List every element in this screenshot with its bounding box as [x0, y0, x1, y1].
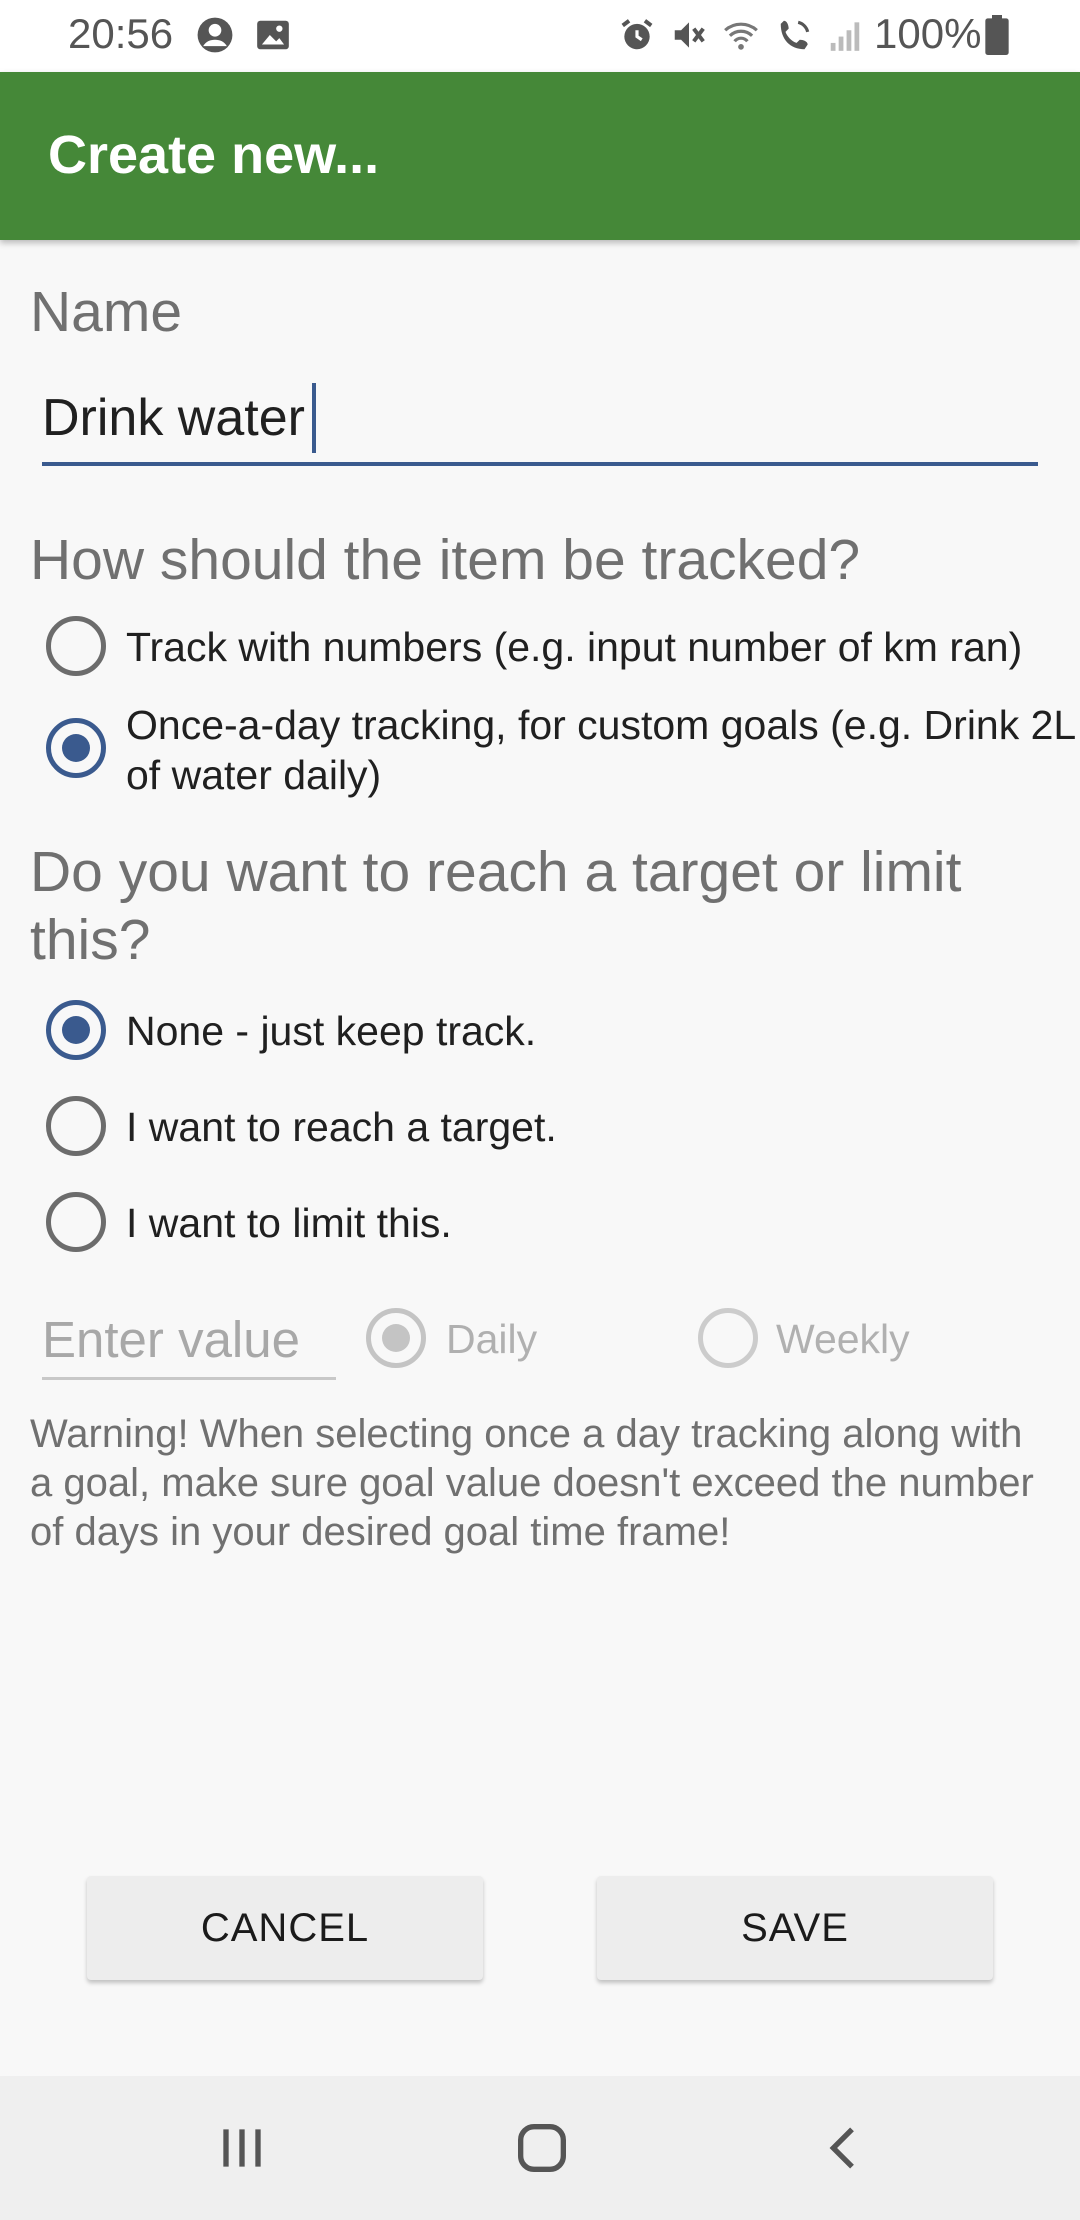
radio-limit[interactable]: I want to limit this. — [46, 1192, 1046, 1256]
radio-none[interactable]: None - just keep track. — [46, 1000, 1046, 1064]
warning-text: Warning! When selecting once a day track… — [30, 1412, 1034, 1554]
image-icon — [257, 20, 289, 50]
navigation-bar — [0, 2076, 1080, 2220]
radio-button[interactable] — [46, 1096, 106, 1156]
radio-label: Weekly — [776, 1316, 910, 1362]
signal-icon — [830, 22, 860, 51]
radio-weekly[interactable]: Weekly — [698, 1308, 958, 1372]
radio-button[interactable] — [46, 718, 106, 778]
mute-icon — [674, 22, 705, 48]
radio-button[interactable] — [698, 1308, 758, 1368]
page-title: Create new... — [48, 125, 380, 185]
cancel-button[interactable]: CANCEL — [87, 1876, 483, 1980]
radio-daily[interactable]: Daily — [366, 1308, 596, 1372]
account-circle-icon — [197, 17, 233, 53]
radio-button[interactable] — [46, 616, 106, 676]
radio-label: I want to reach a target. — [126, 1104, 557, 1150]
wifi-icon — [724, 22, 758, 50]
wifi-calling-icon — [780, 20, 810, 50]
value-field[interactable]: Enter value — [42, 1300, 336, 1380]
battery-icon — [985, 15, 1009, 55]
save-button[interactable]: SAVE — [597, 1876, 993, 1980]
radio-label: I want to limit this. — [126, 1200, 452, 1246]
radio-label: Track with numbers (e.g. input number of… — [126, 624, 1023, 670]
name-field-value: Drink water — [42, 389, 305, 447]
radio-label: None - just keep track. — [126, 1008, 537, 1054]
radio-button[interactable] — [366, 1308, 426, 1368]
radio-track-numbers[interactable]: Track with numbers (e.g. input number of… — [46, 614, 1046, 684]
status-time: 20:56 — [68, 10, 174, 57]
home-icon[interactable] — [510, 2116, 574, 2180]
back-icon[interactable] — [812, 2116, 876, 2180]
recent-apps-icon[interactable] — [210, 2116, 274, 2180]
status-bar: 20:56 100% — [0, 0, 1080, 72]
radio-reach-target[interactable]: I want to reach a target. — [46, 1096, 1046, 1160]
value-placeholder: Enter value — [42, 1311, 300, 1368]
alarm-icon — [621, 19, 653, 50]
radio-once-a-day[interactable]: Once-a-day tracking, for custom goals (e… — [46, 700, 1075, 800]
battery-percent: 100% — [874, 10, 982, 57]
name-label: Name — [30, 280, 183, 344]
name-field[interactable]: Drink water — [42, 378, 1038, 466]
radio-button[interactable] — [46, 1192, 106, 1252]
text-cursor — [312, 383, 316, 453]
tracking-question: How should the item be tracked? — [30, 528, 861, 592]
radio-button[interactable] — [46, 1000, 106, 1060]
app-bar: Create new... — [0, 72, 1080, 240]
target-question: Do you want to reach a target or limit t… — [30, 840, 962, 972]
radio-label: Once-a-day tracking, for custom goals (e… — [126, 702, 1075, 798]
